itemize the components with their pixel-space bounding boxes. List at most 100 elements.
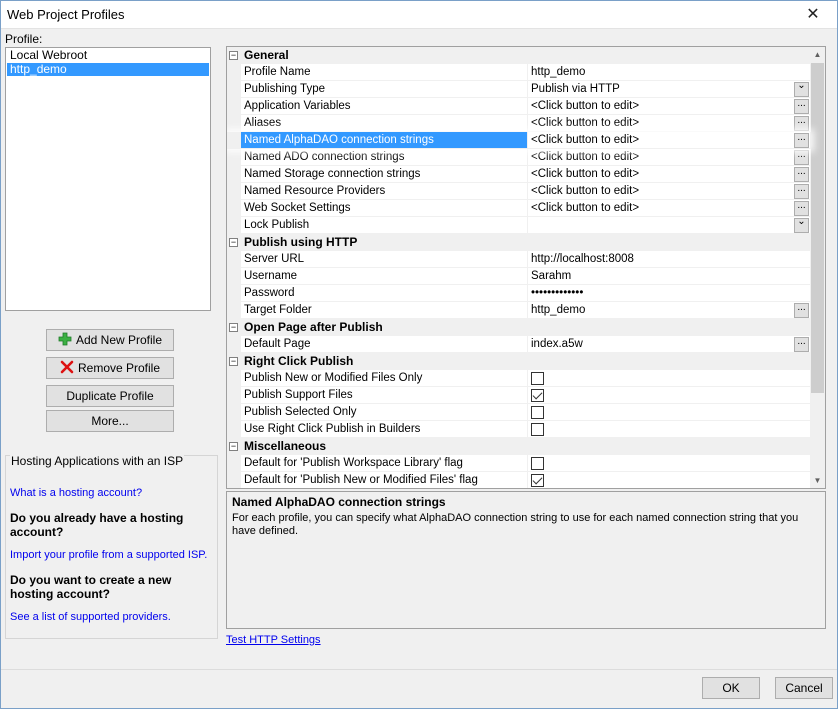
property-grid-scrollbar[interactable]: ▲ ▼ bbox=[810, 47, 825, 488]
ellipsis-button[interactable]: ... bbox=[794, 133, 809, 148]
ellipsis-button[interactable]: ... bbox=[794, 99, 809, 114]
remove-profile-button[interactable]: Remove Profile bbox=[46, 357, 174, 379]
property-row[interactable]: Default for 'Publish New or Modified Fil… bbox=[227, 472, 811, 488]
property-name[interactable]: Target Folder bbox=[241, 302, 528, 319]
more-button[interactable]: More... bbox=[46, 410, 174, 432]
collapse-icon[interactable]: − bbox=[229, 51, 238, 60]
close-icon[interactable]: ✕ bbox=[791, 1, 835, 28]
scroll-thumb[interactable] bbox=[811, 63, 824, 393]
property-checkbox[interactable] bbox=[531, 474, 544, 487]
property-value[interactable]: http_demo... bbox=[528, 302, 811, 319]
scroll-down-arrow-icon[interactable]: ▼ bbox=[810, 473, 825, 488]
property-checkbox[interactable] bbox=[531, 423, 544, 436]
property-checkbox[interactable] bbox=[531, 389, 544, 402]
property-name[interactable]: Named AlphaDAO connection strings bbox=[241, 132, 528, 149]
property-value[interactable] bbox=[528, 370, 811, 387]
ellipsis-button[interactable]: ... bbox=[794, 201, 809, 216]
property-row[interactable]: Profile Name http_demo bbox=[227, 64, 811, 81]
category-row[interactable]: − Open Page after Publish bbox=[227, 319, 811, 336]
property-value[interactable]: <Click button to edit>... bbox=[528, 200, 811, 217]
ok-button[interactable]: OK bbox=[702, 677, 760, 699]
hosting-account-link[interactable]: What is a hosting account? bbox=[10, 487, 142, 499]
category-row[interactable]: − Right Click Publish bbox=[227, 353, 811, 370]
property-grid[interactable]: − General Profile Name http_demo Publishing … bbox=[226, 46, 826, 489]
property-name[interactable]: Named Resource Providers bbox=[241, 183, 528, 200]
property-row[interactable]: Publish Support Files bbox=[227, 387, 811, 404]
property-value[interactable]: <Click button to edit>... bbox=[528, 183, 811, 200]
property-value[interactable]: Sarahm bbox=[528, 268, 811, 285]
scroll-up-arrow-icon[interactable]: ▲ bbox=[810, 47, 825, 62]
property-row[interactable]: Server URL http://localhost:8008 bbox=[227, 251, 811, 268]
ellipsis-button[interactable]: ... bbox=[794, 337, 809, 352]
import-profile-link[interactable]: Import your profile from a supported ISP… bbox=[10, 549, 207, 561]
property-value[interactable]: index.a5w... bbox=[528, 336, 811, 353]
property-row[interactable]: Publishing Type Publish via HTTP ⌄ bbox=[227, 81, 811, 98]
property-value[interactable] bbox=[528, 472, 811, 488]
property-row[interactable]: Publish Selected Only bbox=[227, 404, 811, 421]
property-value[interactable]: <Click button to edit>... bbox=[528, 98, 811, 115]
cancel-button[interactable]: Cancel bbox=[775, 677, 833, 699]
property-name[interactable]: Default for 'Publish New or Modified Fil… bbox=[241, 472, 528, 488]
property-name[interactable]: Lock Publish bbox=[241, 217, 528, 234]
property-row[interactable]: Named AlphaDAO connection strings <Click … bbox=[227, 132, 811, 149]
property-name[interactable]: Username bbox=[241, 268, 528, 285]
property-value[interactable] bbox=[528, 387, 811, 404]
property-row[interactable]: Lock Publish ⌄ bbox=[227, 217, 811, 234]
test-http-settings-link[interactable]: Test HTTP Settings bbox=[226, 634, 321, 646]
property-row[interactable]: Named Storage connection strings <Click b… bbox=[227, 166, 811, 183]
property-row[interactable]: Named Resource Providers <Click button to… bbox=[227, 183, 811, 200]
ellipsis-button[interactable]: ... bbox=[794, 167, 809, 182]
profile-list[interactable]: Local Webroot http_demo bbox=[5, 47, 211, 311]
property-row[interactable]: Use Right Click Publish in Builders bbox=[227, 421, 811, 438]
collapse-icon[interactable]: − bbox=[229, 357, 238, 366]
property-value[interactable]: <Click button to edit>... bbox=[528, 166, 811, 183]
property-row[interactable]: Aliases <Click button to edit>... bbox=[227, 115, 811, 132]
property-name[interactable]: Publish Selected Only bbox=[241, 404, 528, 421]
collapse-icon[interactable]: − bbox=[229, 442, 238, 451]
property-name[interactable]: Publishing Type bbox=[241, 81, 528, 98]
profile-item-local-webroot[interactable]: Local Webroot bbox=[7, 49, 209, 62]
property-name[interactable]: Aliases bbox=[241, 115, 528, 132]
property-name[interactable]: Password bbox=[241, 285, 528, 302]
property-value[interactable]: ••••••••••••• bbox=[528, 285, 811, 302]
ellipsis-button[interactable]: ... bbox=[794, 150, 809, 165]
property-value[interactable]: ⌄ bbox=[528, 217, 811, 234]
property-row[interactable]: Web Socket Settings <Click button to edit… bbox=[227, 200, 811, 217]
ellipsis-button[interactable]: ... bbox=[794, 116, 809, 131]
property-name[interactable]: Named Storage connection strings bbox=[241, 166, 528, 183]
ellipsis-button[interactable]: ... bbox=[794, 303, 809, 318]
property-value[interactable] bbox=[528, 455, 811, 472]
property-row[interactable]: Named ADO connection strings <Click butto… bbox=[227, 149, 811, 166]
property-name[interactable]: Web Socket Settings bbox=[241, 200, 528, 217]
property-name[interactable]: Named ADO connection strings bbox=[241, 149, 528, 166]
property-row[interactable]: Default Page index.a5w... bbox=[227, 336, 811, 353]
property-row[interactable]: Password ••••••••••••• bbox=[227, 285, 811, 302]
property-name[interactable]: Server URL bbox=[241, 251, 528, 268]
property-name[interactable]: Application Variables bbox=[241, 98, 528, 115]
property-row[interactable]: Application Variables <Click button to ed… bbox=[227, 98, 811, 115]
ellipsis-button[interactable]: ... bbox=[794, 184, 809, 199]
add-new-profile-button[interactable]: Add New Profile bbox=[46, 329, 174, 351]
property-checkbox[interactable] bbox=[531, 372, 544, 385]
property-value[interactable]: http://localhost:8008 bbox=[528, 251, 811, 268]
property-checkbox[interactable] bbox=[531, 406, 544, 419]
property-value[interactable]: Publish via HTTP ⌄ bbox=[528, 81, 811, 98]
property-row[interactable]: Default for 'Publish Workspace Library' … bbox=[227, 455, 811, 472]
profile-item-http-demo[interactable]: http_demo bbox=[7, 63, 209, 76]
property-name[interactable]: Publish Support Files bbox=[241, 387, 528, 404]
category-row[interactable]: − General bbox=[227, 47, 811, 64]
dropdown-arrow-icon[interactable]: ⌄ bbox=[794, 81, 809, 97]
property-row[interactable]: Publish New or Modified Files Only bbox=[227, 370, 811, 387]
property-value[interactable]: http_demo bbox=[528, 64, 811, 81]
property-name[interactable]: Profile Name bbox=[241, 64, 528, 81]
property-value[interactable] bbox=[528, 421, 811, 438]
category-row[interactable]: − Miscellaneous bbox=[227, 438, 811, 455]
property-name[interactable]: Default for 'Publish Workspace Library' … bbox=[241, 455, 528, 472]
property-row[interactable]: Username Sarahm bbox=[227, 268, 811, 285]
property-name[interactable]: Default Page bbox=[241, 336, 528, 353]
property-checkbox[interactable] bbox=[531, 457, 544, 470]
property-value[interactable]: <Click button to edit>... bbox=[528, 149, 811, 166]
property-name[interactable]: Use Right Click Publish in Builders bbox=[241, 421, 528, 438]
collapse-icon[interactable]: − bbox=[229, 238, 238, 247]
property-row[interactable]: Target Folder http_demo... bbox=[227, 302, 811, 319]
